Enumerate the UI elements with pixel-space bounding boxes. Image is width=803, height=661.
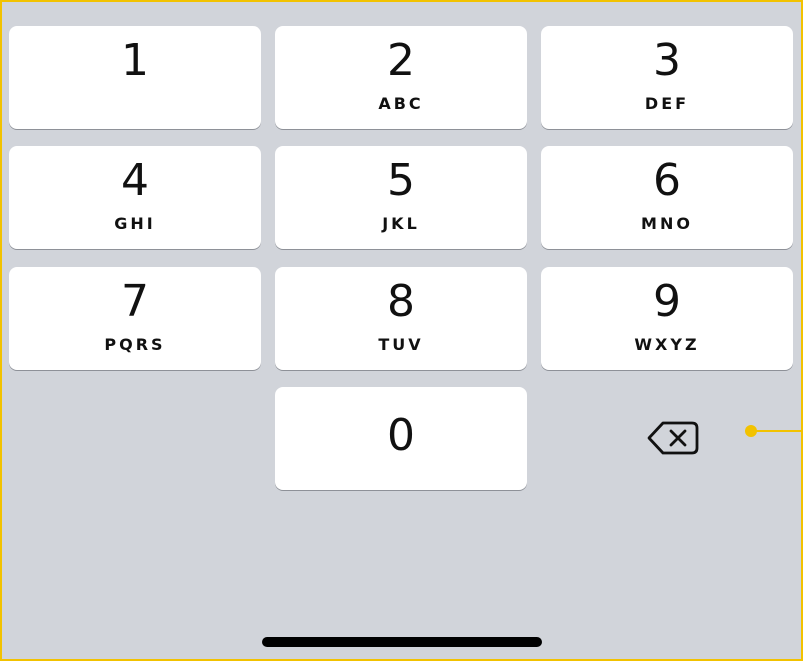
numeric-keypad: 1 2 ABC 3 DEF 4 GHI 5 JKL 6 MNO 7 PQRS 8… (0, 0, 803, 661)
key-letters: WXYZ (634, 335, 700, 354)
key-digit: 1 (121, 35, 149, 86)
annotation-pointer-line (750, 430, 801, 432)
key-0[interactable]: 0 (275, 387, 527, 490)
key-letters: PQRS (104, 335, 166, 354)
key-9[interactable]: 9 WXYZ (541, 267, 793, 370)
key-digit: 3 (653, 35, 681, 86)
key-letters: ABC (378, 94, 424, 113)
key-2[interactable]: 2 ABC (275, 26, 527, 129)
key-digit: 9 (653, 276, 681, 327)
key-letters: TUV (378, 335, 424, 354)
key-digit: 0 (387, 410, 415, 461)
home-indicator[interactable] (262, 637, 542, 647)
key-1[interactable]: 1 (9, 26, 261, 129)
key-letters: JKL (382, 214, 420, 233)
backspace-button[interactable] (646, 420, 700, 456)
key-digit: 8 (387, 276, 415, 327)
annotation-pointer-dot (745, 425, 757, 437)
key-digit: 5 (387, 155, 415, 206)
key-5[interactable]: 5 JKL (275, 146, 527, 249)
key-3[interactable]: 3 DEF (541, 26, 793, 129)
key-digit: 2 (387, 35, 415, 86)
key-letters: DEF (644, 94, 690, 113)
key-7[interactable]: 7 PQRS (9, 267, 261, 370)
key-digit: 4 (121, 155, 149, 206)
key-letters: GHI (114, 214, 156, 233)
key-digit: 7 (121, 276, 149, 327)
key-letters: MNO (641, 214, 693, 233)
key-8[interactable]: 8 TUV (275, 267, 527, 370)
key-4[interactable]: 4 GHI (9, 146, 261, 249)
key-6[interactable]: 6 MNO (541, 146, 793, 249)
delete-backward-icon (647, 421, 699, 455)
key-digit: 6 (653, 155, 681, 206)
